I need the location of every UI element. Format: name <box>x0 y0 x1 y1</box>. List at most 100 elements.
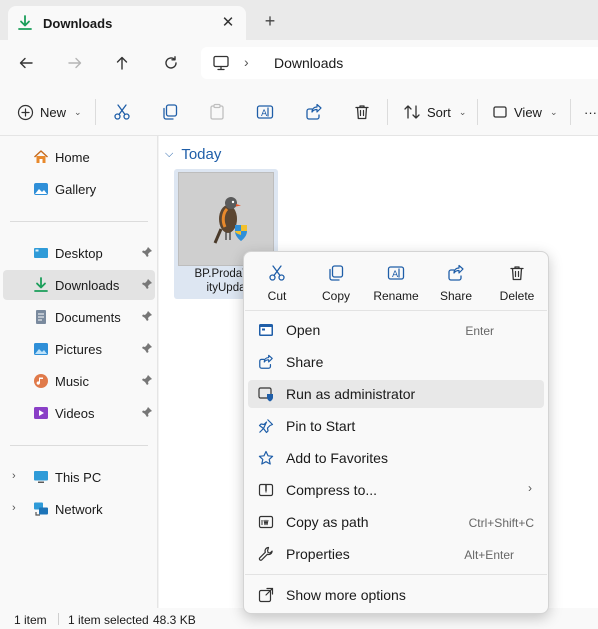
sidebar-item-gallery[interactable]: Gallery <box>3 174 155 204</box>
copy-menu-button[interactable]: Copy <box>306 258 366 310</box>
menu-divider <box>245 574 547 575</box>
scissors-icon <box>268 264 286 282</box>
sidebar-item-desktop[interactable]: Desktop <box>3 238 155 268</box>
pin-icon[interactable] <box>141 406 153 418</box>
pc-icon <box>33 469 49 485</box>
svg-text:A: A <box>261 109 268 119</box>
menu-item-label: Show more options <box>286 587 406 603</box>
desktop-icon <box>33 245 49 261</box>
new-tab-button[interactable]: + <box>258 9 282 33</box>
computer-icon[interactable] <box>212 55 230 74</box>
command-bar: New ⌄ A Sort ⌄ View ⌄ ··· <box>0 86 598 136</box>
sidebar-item-videos[interactable]: Videos <box>3 398 155 428</box>
sidebar-item-documents[interactable]: Documents <box>3 302 155 332</box>
cut-menu-button[interactable]: Cut <box>247 258 307 310</box>
status-divider <box>58 613 59 625</box>
pin-icon[interactable] <box>141 310 153 322</box>
rename-menu-button[interactable]: A Rename <box>366 258 426 310</box>
menu-item-properties[interactable]: Properties Alt+Enter <box>248 540 544 568</box>
share-icon <box>306 103 322 120</box>
menu-item-label: Properties <box>286 546 350 562</box>
sidebar-item-music[interactable]: Music <box>3 366 155 396</box>
delete-menu-button[interactable]: Delete <box>487 258 547 310</box>
sidebar-item-label: Music <box>55 374 89 389</box>
sidebar-item-downloads[interactable]: Downloads <box>3 270 155 300</box>
view-button[interactable]: View ⌄ <box>492 99 558 125</box>
tab-title: Downloads <box>43 16 113 31</box>
sidebar-divider <box>10 445 148 446</box>
pin-icon[interactable] <box>141 374 153 386</box>
menu-item-share[interactable]: Share <box>248 348 544 376</box>
chevron-right-icon[interactable]: › <box>12 502 16 514</box>
video-icon <box>33 405 49 421</box>
quick-action-label: Share <box>439 289 473 303</box>
tab-downloads[interactable]: Downloads ✕ <box>8 6 246 40</box>
scissors-icon <box>114 104 130 120</box>
sidebar-item-label: Desktop <box>55 246 103 261</box>
chevron-right-icon: › <box>528 481 532 495</box>
picture-icon <box>33 341 49 357</box>
menu-item-label: Share <box>286 354 324 370</box>
tab-bar: Downloads ✕ + <box>0 0 598 40</box>
sidebar-item-label: Downloads <box>55 278 120 293</box>
address-bar[interactable]: › Downloads <box>201 47 598 79</box>
admin-shield-icon <box>258 386 274 402</box>
copy-path-icon <box>258 514 274 530</box>
sidebar-item-network[interactable]: › Network <box>3 494 155 524</box>
sidebar-item-label: Network <box>55 502 103 517</box>
new-button[interactable]: New ⌄ <box>17 99 82 125</box>
share-menu-button[interactable]: Share <box>426 258 486 310</box>
refresh-button[interactable] <box>157 50 185 76</box>
toolbar-divider <box>95 99 96 125</box>
svg-text:A: A <box>392 270 399 280</box>
cut-toolbar-button[interactable] <box>113 99 131 125</box>
sidebar-item-label: Documents <box>55 310 121 325</box>
plus-circle-icon <box>17 104 34 120</box>
up-button[interactable] <box>108 50 136 76</box>
trash-icon <box>508 264 526 282</box>
group-header-today[interactable]: ⌵ Today <box>165 146 221 163</box>
sidebar-divider <box>10 221 148 222</box>
delete-toolbar-button[interactable] <box>353 99 371 125</box>
toolbar-divider <box>477 99 478 125</box>
share-toolbar-button[interactable] <box>305 99 323 125</box>
arrow-up-icon <box>116 56 128 70</box>
home-icon <box>33 149 49 165</box>
menu-item-shortcut: Alt+Enter <box>464 548 514 562</box>
pin-icon[interactable] <box>141 278 153 290</box>
chevron-down-icon: ⌄ <box>74 106 82 117</box>
back-button[interactable] <box>12 50 40 76</box>
menu-item-label: Compress to... <box>286 482 378 498</box>
copy-toolbar-button[interactable] <box>161 99 179 125</box>
breadcrumb-downloads[interactable]: Downloads <box>274 55 343 71</box>
chevron-right-icon[interactable]: › <box>12 470 16 482</box>
sort-button[interactable]: Sort ⌄ <box>403 99 466 125</box>
paste-toolbar-button[interactable] <box>208 99 226 125</box>
pin-icon[interactable] <box>141 246 153 258</box>
sidebar-item-pictures[interactable]: Pictures <box>3 334 155 364</box>
menu-item-label: Copy as path <box>286 514 369 530</box>
copy-icon <box>163 104 178 120</box>
menu-item-compress-to[interactable]: Compress to... › <box>248 476 544 504</box>
menu-item-show-more-options[interactable]: Show more options <box>248 581 544 609</box>
pin-icon <box>258 418 274 434</box>
sidebar-item-home[interactable]: Home <box>3 142 155 172</box>
close-tab-button[interactable]: ✕ <box>217 12 239 34</box>
menu-item-run-as-administrator[interactable]: Run as administrator <box>248 380 544 408</box>
rename-toolbar-button[interactable]: A <box>256 99 274 125</box>
menu-item-open[interactable]: Open Enter <box>248 316 544 344</box>
pin-icon[interactable] <box>141 342 153 354</box>
download-icon <box>33 277 49 293</box>
selection-size: 48.3 KB <box>153 613 196 627</box>
chevron-down-icon: ⌄ <box>458 106 467 117</box>
more-options-icon <box>258 587 274 603</box>
menu-item-add-to-favorites[interactable]: Add to Favorites <box>248 444 544 472</box>
sidebar-item-this-pc[interactable]: › This PC <box>3 462 155 492</box>
forward-button[interactable] <box>61 50 89 76</box>
selection-count: 1 item selected <box>68 613 149 627</box>
arrow-right-icon <box>68 57 82 69</box>
menu-item-copy-as-path[interactable]: Copy as path Ctrl+Shift+C <box>248 508 544 536</box>
more-options-button[interactable]: ··· <box>584 99 597 125</box>
breadcrumb-separator[interactable]: › <box>244 54 249 70</box>
menu-item-pin-to-start[interactable]: Pin to Start <box>248 412 544 440</box>
